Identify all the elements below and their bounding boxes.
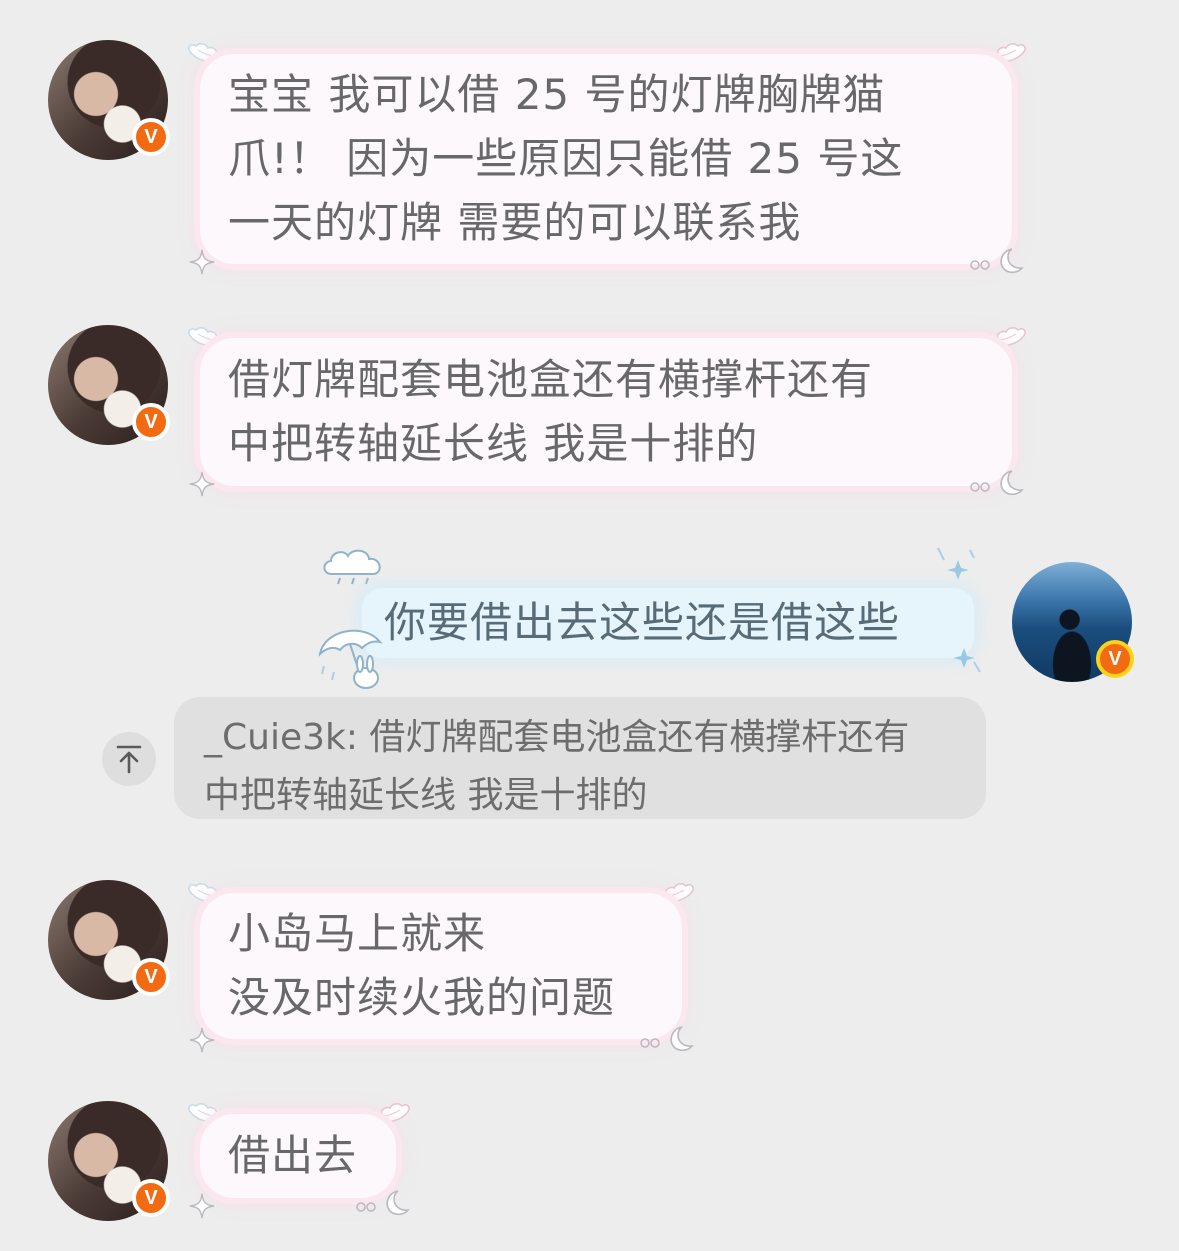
message-bubble[interactable]: 宝宝 我可以借 25 号的灯牌胸牌猫 爪!！ 因为一些原因只能借 25 号这 一… <box>200 54 1012 264</box>
crescent-moon-icon <box>638 1024 694 1054</box>
message-line: 小岛马上就来 <box>228 909 487 958</box>
message-line: 一天的灯牌 需要的可以联系我 <box>228 198 802 247</box>
message-line: 爪!！ 因为一些原因只能借 25 号这 <box>228 134 904 183</box>
message-bubble[interactable]: 小岛马上就来 没及时续火我的问题 <box>200 893 682 1039</box>
quote-line: 中把转轴延长线 我是十排的 <box>204 775 648 816</box>
message-line: 中把转轴延长线 我是十排的 <box>228 419 759 468</box>
my-avatar[interactable]: V <box>1012 562 1134 682</box>
sparkle-star-icon <box>188 1192 216 1220</box>
message-line: 宝宝 我可以借 25 号的灯牌胸牌猫 <box>228 70 886 119</box>
sparkle-star-icon <box>188 470 216 498</box>
crescent-moon-icon <box>968 246 1024 276</box>
rain-cloud-icon <box>323 549 381 585</box>
arrow-up-to-top-icon <box>116 745 142 774</box>
verified-v-icon: V <box>132 118 170 156</box>
quote-line: _Cuie3k: 借灯牌配套电池盒还有横撑杆还有 <box>204 717 910 758</box>
sender-avatar[interactable]: V <box>48 325 170 445</box>
sender-avatar[interactable]: V <box>48 880 170 1000</box>
jump-to-quoted-button[interactable] <box>102 732 156 786</box>
message-bubble[interactable]: 借出去 <box>200 1114 396 1198</box>
verified-v-icon: V <box>132 958 170 996</box>
crescent-moon-icon <box>968 468 1024 498</box>
verified-v-icon: V <box>132 403 170 441</box>
crescent-moon-icon <box>354 1188 410 1218</box>
sparkle-star-icon <box>937 547 975 580</box>
message-line: 借灯牌配套电池盒还有横撑杆还有 <box>228 355 874 404</box>
umbrella-bunny-icon <box>318 629 383 689</box>
message-bubble[interactable]: 借灯牌配套电池盒还有横撑杆还有 中把转轴延长线 我是十排的 <box>200 338 1012 486</box>
message-line: 没及时续火我的问题 <box>228 973 616 1022</box>
message-bubble-outgoing[interactable]: 你要借出去这些还是借这些 <box>362 588 974 658</box>
message-line: 借出去 <box>228 1131 358 1180</box>
sparkle-star-icon <box>188 1026 216 1054</box>
verified-v-icon: V <box>1096 640 1134 678</box>
quoted-message[interactable]: _Cuie3k: 借灯牌配套电池盒还有横撑杆还有 中把转轴延长线 我是十排的 <box>174 697 986 819</box>
verified-v-icon: V <box>132 1179 170 1217</box>
sender-avatar[interactable]: V <box>48 1101 170 1221</box>
sparkle-star-icon <box>188 248 216 276</box>
sender-avatar[interactable]: V <box>48 40 170 160</box>
sparkle-star-icon <box>953 648 981 673</box>
